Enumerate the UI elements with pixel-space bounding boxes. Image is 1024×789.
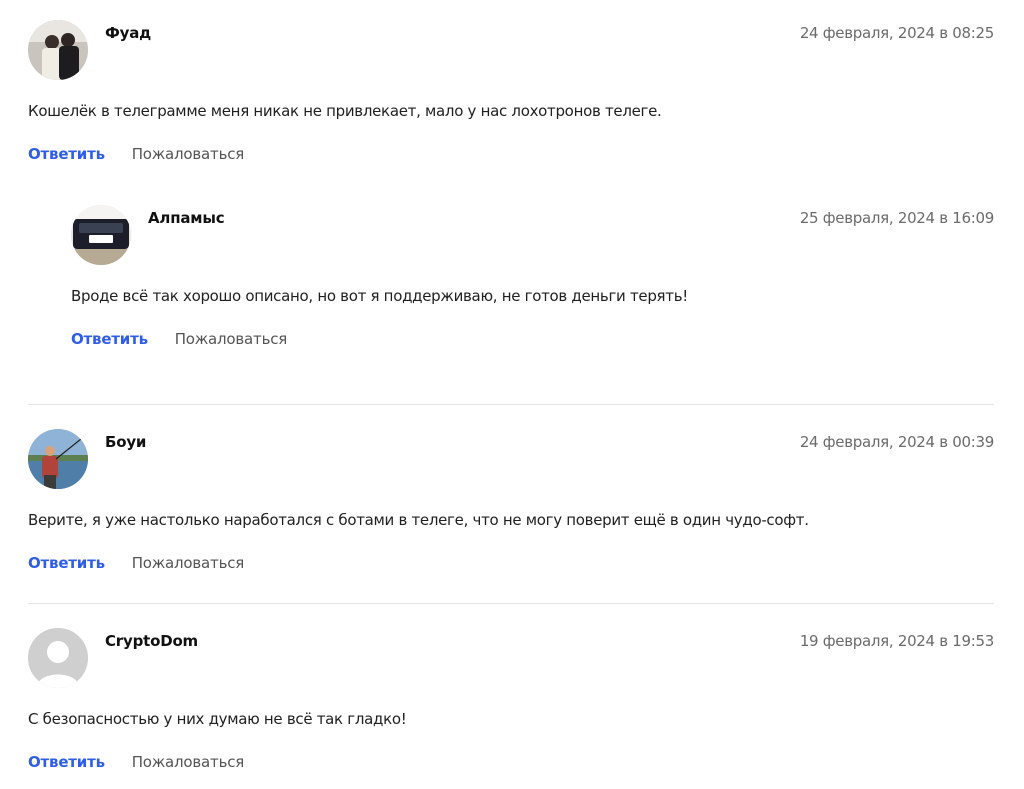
divider: [28, 603, 994, 604]
comment-date: 24 февраля, 2024 в 00:39: [799, 433, 994, 451]
reply-button[interactable]: Ответить: [28, 145, 105, 163]
comment-text: Вроде всё так хорошо описано, но вот я п…: [71, 287, 688, 305]
comment-actions: Ответить Пожаловаться: [28, 554, 244, 572]
divider: [28, 404, 994, 405]
reply-button[interactable]: Ответить: [28, 753, 105, 771]
avatar[interactable]: [28, 429, 88, 489]
comment-date: 24 февраля, 2024 в 08:25: [799, 24, 994, 42]
comment-text: Верите, я уже настолько наработался с бо…: [28, 511, 809, 529]
car-photo-icon: [71, 205, 131, 265]
reply-button[interactable]: Ответить: [28, 554, 105, 572]
comments-list: Фуад 24 февраля, 2024 в 08:25 Кошелёк в …: [0, 0, 1024, 789]
user-photo-icon: [28, 20, 88, 80]
fishing-photo-icon: [28, 429, 88, 489]
report-button[interactable]: Пожаловаться: [132, 145, 245, 163]
default-avatar-icon: [28, 628, 88, 688]
report-button[interactable]: Пожаловаться: [175, 330, 288, 348]
avatar[interactable]: [28, 628, 88, 688]
avatar[interactable]: [28, 20, 88, 80]
comment-actions: Ответить Пожаловаться: [28, 753, 244, 771]
comment-author: Алпамыс: [148, 209, 225, 227]
comment-author: CryptoDom: [105, 632, 198, 650]
report-button[interactable]: Пожаловаться: [132, 753, 245, 771]
report-button[interactable]: Пожаловаться: [132, 554, 245, 572]
reply-button[interactable]: Ответить: [71, 330, 148, 348]
comment-author: Фуад: [105, 24, 152, 42]
comment-text: С безопасностью у них думаю не всё так г…: [28, 710, 407, 728]
comment-date: 25 февраля, 2024 в 16:09: [799, 209, 994, 227]
comment-date: 19 февраля, 2024 в 19:53: [799, 632, 994, 650]
comment-text: Кошелёк в телеграмме меня никак не привл…: [28, 102, 662, 120]
comment-author: Боуи: [105, 433, 147, 451]
comment-actions: Ответить Пожаловаться: [71, 330, 287, 348]
comment-actions: Ответить Пожаловаться: [28, 145, 244, 163]
avatar[interactable]: [71, 205, 131, 265]
